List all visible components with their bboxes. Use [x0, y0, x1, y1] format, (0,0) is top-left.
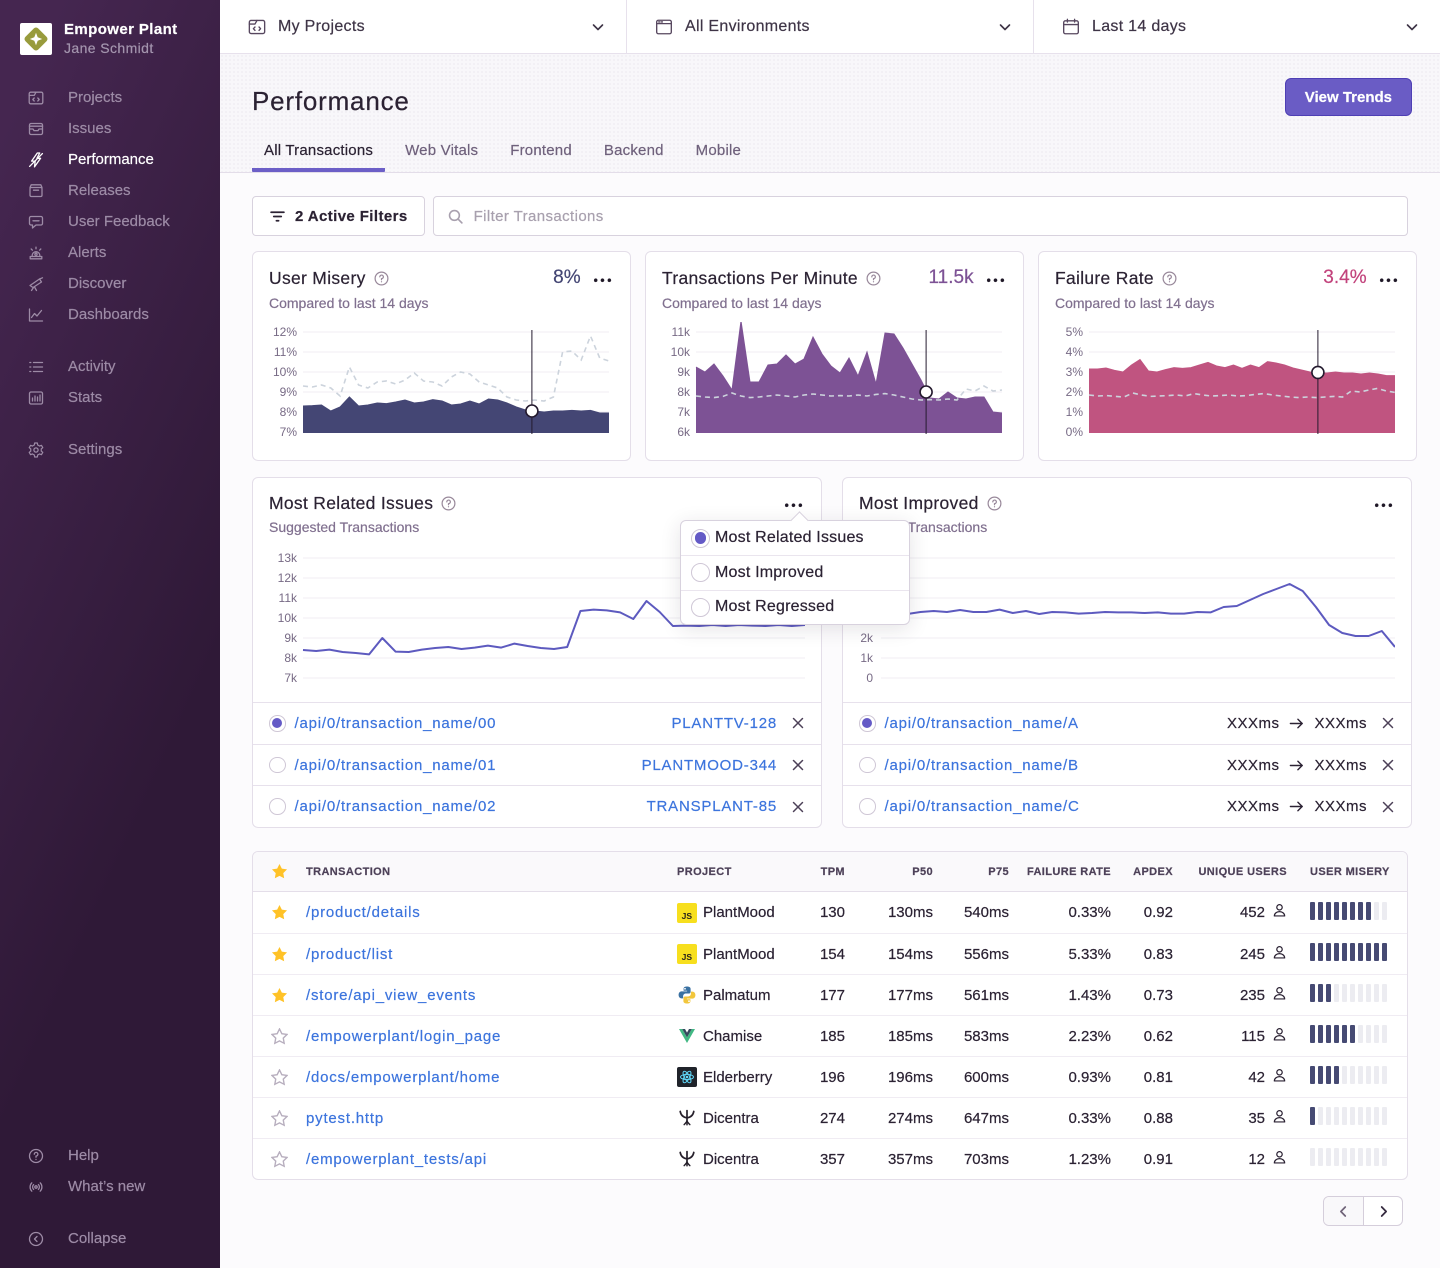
svg-text:2k: 2k: [860, 631, 874, 645]
svg-text:9k: 9k: [677, 365, 691, 379]
svg-text:13k: 13k: [278, 551, 298, 565]
svg-text:JS: JS: [682, 952, 693, 962]
svg-text:4%: 4%: [1066, 345, 1084, 359]
svg-text:7%: 7%: [280, 425, 298, 439]
svg-text:5%: 5%: [1066, 325, 1084, 339]
svg-text:8k: 8k: [284, 651, 298, 665]
svg-text:3%: 3%: [1066, 365, 1084, 379]
svg-text:12%: 12%: [273, 325, 297, 339]
svg-text:11k: 11k: [279, 591, 298, 605]
svg-text:7k: 7k: [677, 405, 691, 419]
svg-text:10k: 10k: [278, 611, 298, 625]
svg-text:0%: 0%: [1066, 425, 1084, 439]
svg-text:11k: 11k: [672, 325, 691, 339]
svg-text:JS: JS: [682, 911, 693, 921]
svg-text:0: 0: [866, 671, 873, 685]
svg-text:10k: 10k: [671, 345, 691, 359]
svg-text:7k: 7k: [284, 671, 298, 685]
svg-text:8%: 8%: [280, 405, 298, 419]
svg-text:10%: 10%: [273, 365, 297, 379]
svg-text:9k: 9k: [284, 631, 298, 645]
svg-text:1%: 1%: [1066, 405, 1084, 419]
svg-text:1k: 1k: [860, 651, 874, 665]
svg-text:8k: 8k: [677, 385, 691, 399]
svg-text:6k: 6k: [677, 425, 691, 439]
svg-text:9%: 9%: [280, 385, 298, 399]
svg-text:12k: 12k: [278, 571, 298, 585]
svg-text:11%: 11%: [274, 345, 297, 359]
svg-text:2%: 2%: [1066, 385, 1084, 399]
